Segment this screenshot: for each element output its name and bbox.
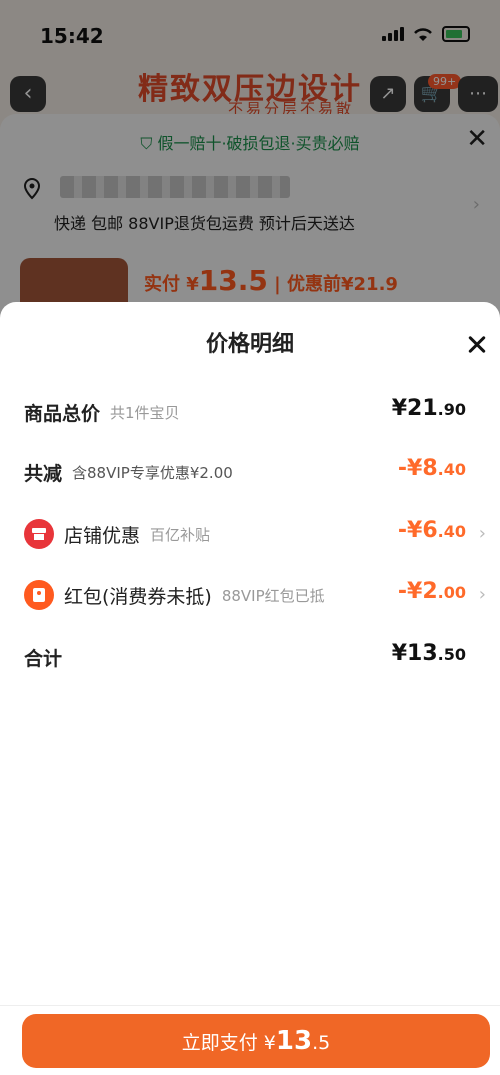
row-label: 店铺优惠 [64, 524, 141, 547]
bottom-bar: 立即支付 ¥13.5 [0, 1005, 500, 1075]
row-note: 含88VIP专享优惠¥2.00 [72, 463, 233, 482]
row-grand-total: 合计 ¥13.50 [24, 637, 476, 677]
pay-label: 立即支付 ¥ [181, 1032, 276, 1054]
amount-dec: .40 [437, 522, 466, 541]
row-total-price: 商品总价 共1件宝贝 ¥21.90 [24, 392, 476, 432]
row-label: 红包(消费券未抵) [64, 585, 212, 608]
amount-dec: .50 [437, 645, 466, 664]
amount-int: ¥21 [391, 396, 438, 421]
row-amount: -¥2.00 [398, 579, 466, 604]
price-detail-modal: 价格明细 商品总价 共1件宝贝 ¥21.90 共减 含88VIP专享优惠¥2.0… [0, 302, 500, 1075]
amount-int: -¥2 [397, 579, 438, 604]
chevron-right-icon: › [478, 523, 486, 544]
row-note: 88VIP红包已抵 [221, 586, 325, 605]
amount-dec: .00 [437, 583, 466, 602]
modal-title: 价格明细 [205, 332, 294, 357]
amount-int: ¥13 [391, 641, 438, 666]
row-label: 商品总价 [24, 402, 101, 425]
pay-now-button[interactable]: 立即支付 ¥13.5 [22, 1014, 490, 1068]
row-label: 合计 [24, 647, 63, 670]
row-amount: -¥6.40 [398, 518, 466, 543]
row-note: 百亿补贴 [150, 525, 211, 544]
amount-dec: .40 [437, 460, 466, 479]
row-amount: ¥21.90 [392, 396, 466, 421]
close-icon[interactable] [466, 332, 490, 356]
amount-dec: .90 [437, 400, 466, 419]
store-icon [24, 519, 54, 549]
row-red-packet[interactable]: 红包(消费券未抵) 88VIP红包已抵 -¥2.00 › [24, 575, 486, 615]
row-store-discount[interactable]: 店铺优惠 百亿补贴 -¥6.40 › [24, 514, 486, 554]
row-label: 共减 [24, 462, 63, 485]
amount-int: -¥6 [397, 518, 438, 543]
amount-int: -¥8 [397, 456, 438, 481]
row-note: 共1件宝贝 [110, 403, 180, 422]
pay-amount-dec: .5 [312, 1032, 331, 1054]
row-discount-total: 共减 含88VIP专享优惠¥2.00 -¥8.40 [24, 452, 476, 492]
pay-amount-int: 13 [275, 1026, 313, 1056]
row-amount: ¥13.50 [392, 641, 466, 666]
chevron-right-icon: › [478, 584, 486, 605]
red-packet-icon [24, 580, 54, 610]
row-amount: -¥8.40 [398, 456, 466, 481]
